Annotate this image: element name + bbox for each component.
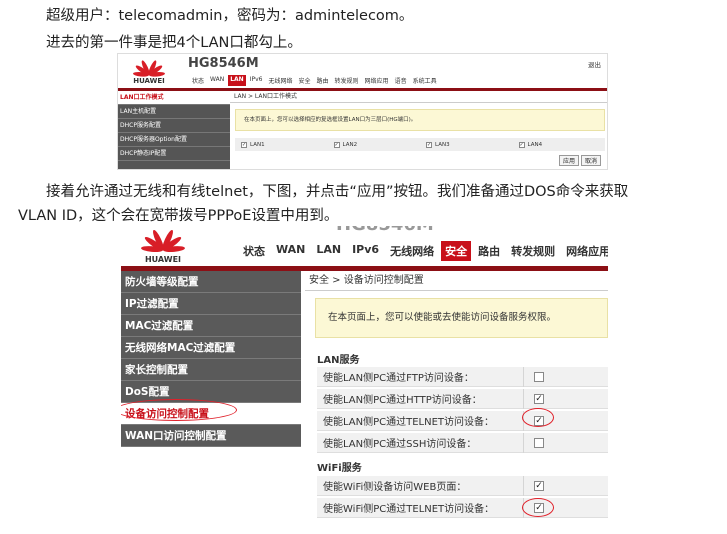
sidebar-item-3[interactable]: 无线网络MAC过滤配置 bbox=[121, 337, 301, 359]
lan-port-checkbox[interactable]: ✓ bbox=[426, 141, 432, 148]
nav-tab-item-7[interactable]: 转发规则 bbox=[333, 75, 361, 86]
service-row: 使能LAN侧PC通过HTTP访问设备： ✓ bbox=[317, 388, 608, 409]
lan-service-title: LAN服务 bbox=[317, 355, 360, 366]
nav-tab-item-1[interactable]: WAN bbox=[208, 75, 226, 86]
annotation-circle-lan-telnet bbox=[522, 408, 554, 427]
service-label: 使能WiFi侧PC通过TELNET访问设备： bbox=[323, 504, 495, 515]
nav-tab-item-5[interactable]: 安全 bbox=[441, 241, 472, 261]
service-checkbox[interactable] bbox=[534, 437, 544, 448]
service-label: 使能LAN侧PC通过TELNET访问设备： bbox=[323, 417, 495, 428]
lan-port-cell: ✓ LAN1 bbox=[235, 138, 328, 151]
nav-tab-item-4[interactable]: 无线网络 bbox=[266, 75, 294, 86]
lan-port-checkbox[interactable]: ✓ bbox=[241, 141, 247, 148]
apply-button[interactable]: 应用 bbox=[558, 155, 579, 166]
nav-tab-item-0[interactable]: 状态 bbox=[239, 241, 269, 261]
huawei-flower-icon bbox=[141, 229, 185, 252]
sidebar-item-3[interactable]: DHCP服务器Option配置 bbox=[118, 133, 230, 147]
row-divider bbox=[523, 366, 524, 387]
lan-port-cell: ✓ LAN2 bbox=[328, 138, 421, 151]
lan-port-label: LAN4 bbox=[527, 141, 543, 148]
paragraph-credentials: 超级用户：telecomadmin，密码为：admintelecom。 bbox=[46, 8, 414, 24]
sidebar-item-7[interactable]: WAN口访问控制配置 bbox=[121, 425, 301, 447]
lan-port-cell: ✓ LAN4 bbox=[513, 138, 606, 151]
service-row: 使能LAN侧PC通过SSH访问设备： bbox=[317, 432, 608, 453]
nav-tab-item-5[interactable]: 安全 bbox=[297, 75, 313, 86]
row-divider bbox=[523, 475, 524, 496]
annotation-circle-wifi-telnet bbox=[522, 498, 554, 517]
service-checkbox[interactable]: ✓ bbox=[534, 393, 544, 404]
action-buttons: 应用 取消 bbox=[558, 155, 601, 166]
nav-tab-item-8[interactable]: 网络应用 bbox=[562, 241, 608, 261]
service-label: 使能LAN侧PC通过HTTP访问设备： bbox=[323, 395, 482, 406]
sidebar-item-0[interactable]: LAN口工作模式 bbox=[118, 91, 230, 105]
service-label: 使能LAN侧PC通过SSH访问设备： bbox=[323, 439, 477, 450]
cancel-button[interactable]: 取消 bbox=[580, 155, 601, 166]
sidebar-item-2[interactable]: DHCP服务配置 bbox=[118, 119, 230, 133]
sidebar-item-2[interactable]: MAC过滤配置 bbox=[121, 315, 301, 337]
wifi-service-title: WiFi服务 bbox=[317, 463, 362, 474]
nav-tab-item-10[interactable]: 系统工具 bbox=[411, 75, 439, 86]
nav-tab-item-4[interactable]: 无线网络 bbox=[386, 241, 438, 261]
row-divider bbox=[523, 388, 524, 409]
service-checkbox[interactable] bbox=[534, 371, 544, 382]
nav-tab-item-1[interactable]: WAN bbox=[272, 241, 309, 261]
lan-port-checkbox[interactable]: ✓ bbox=[333, 141, 340, 148]
annotation-circle-sidebar bbox=[121, 399, 237, 421]
top-nav: 状态 WAN LAN IPv6 无线网络 安全 路由 转发规则 网络应用 语音 系统工具 bbox=[190, 75, 439, 86]
info-box: 在本页面上，您可以使能或去使能访问设备服务权限。 bbox=[315, 298, 608, 338]
nav-tab-item-2[interactable]: LAN bbox=[228, 75, 246, 86]
screenshot-access-control: HG8546M HUAWEI 状态WANLANIPv6无线网络安全路由转发规则网… bbox=[121, 226, 608, 532]
sidebar-item-1[interactable]: LAN主机配置 bbox=[118, 105, 230, 119]
huawei-flower-icon bbox=[133, 60, 165, 77]
lan-port-label: LAN1 bbox=[250, 141, 265, 148]
header: HG8546M HUAWEI 状态WANLANIPv6无线网络安全路由转发规则网… bbox=[121, 226, 608, 266]
info-box: 在本页面上，您可以选择相应的复选框设置LAN口为三层口(HG端口)。 bbox=[235, 109, 605, 131]
service-label: 使能LAN侧PC通过FTP访问设备： bbox=[323, 373, 474, 384]
lan-port-label: LAN3 bbox=[435, 141, 450, 148]
service-row: 使能WiFi侧设备访问WEB页面： ✓ bbox=[317, 475, 608, 496]
sidebar-item-1[interactable]: IP过滤配置 bbox=[121, 293, 301, 315]
service-row: 使能LAN侧PC通过TELNET访问设备： ✓ bbox=[317, 410, 608, 431]
service-label: 使能WiFi侧设备访问WEB页面： bbox=[323, 482, 467, 493]
model-name: HG8546M bbox=[188, 56, 259, 71]
sidebar: LAN口工作模式 LAN主机配置 DHCP服务配置 DHCP服务器Option配置 DH… bbox=[118, 91, 230, 169]
lan-port-checkbox[interactable]: ✓ bbox=[518, 141, 525, 148]
paragraph-telnet-line1: 接着允许通过无线和有线telnet，下图，并点击“应用”按钮。我们准备通过DOS… bbox=[46, 184, 629, 200]
row-divider bbox=[523, 432, 524, 453]
nav-tab-item-2[interactable]: LAN bbox=[312, 241, 345, 261]
paragraph-first-step: 进去的第一件事是把4个LAN口都勾上。 bbox=[46, 35, 302, 51]
nav-tab-item-6[interactable]: 路由 bbox=[474, 241, 504, 261]
nav-tab-item-8[interactable]: 网络应用 bbox=[363, 75, 391, 86]
nav-tab-item-9[interactable]: 语音 bbox=[393, 75, 409, 86]
paragraph-telnet-line2: VLAN ID，这个会在宽带拨号PPPoE设置中用到。 bbox=[18, 208, 339, 224]
logo-text: HUAWEI bbox=[144, 255, 182, 264]
nav-tab-item-0[interactable]: 状态 bbox=[190, 75, 206, 86]
main-panel: 安全 > 设备访问控制配置 在本页面上，您可以使能或去使能访问设备服务权限。 L… bbox=[305, 271, 608, 532]
lan-port-cell: ✓ LAN3 bbox=[420, 138, 513, 151]
nav-tab-item-6[interactable]: 路由 bbox=[315, 75, 331, 86]
lan-port-label: LAN2 bbox=[342, 141, 358, 148]
breadcrumb: 安全 > 设备访问控制配置 bbox=[305, 271, 608, 291]
sidebar-item-4[interactable]: DHCP静态IP配置 bbox=[118, 147, 230, 161]
lan-port-row: ✓ LAN1 ✓ LAN2 ✓ LAN3 ✓ LAN4 bbox=[235, 138, 605, 151]
huawei-logo: HUAWEI bbox=[126, 57, 172, 85]
service-row: 使能WiFi侧PC通过TELNET访问设备： ✓ bbox=[317, 497, 608, 518]
logo-text: HUAWEI bbox=[133, 77, 165, 85]
huawei-logo: HUAWEI bbox=[135, 226, 191, 264]
screenshot-lan-config: HUAWEI HG8546M 退出 状态 WAN LAN IPv6 无线网络 安全 路由 转发… bbox=[117, 53, 608, 170]
exit-link[interactable]: 退出 bbox=[588, 59, 601, 69]
breadcrumb: LAN > LAN口工作模式 bbox=[230, 91, 607, 103]
model-name: HG8546M bbox=[336, 226, 434, 235]
service-checkbox[interactable]: ✓ bbox=[534, 480, 544, 491]
sidebar-item-4[interactable]: 家长控制配置 bbox=[121, 359, 301, 381]
header: HUAWEI HG8546M 退出 状态 WAN LAN IPv6 无线网络 安全 路由 转发… bbox=[118, 54, 607, 88]
main-panel: LAN > LAN口工作模式 在本页面上，您可以选择相应的复选框设置LAN口为三… bbox=[230, 91, 607, 169]
nav-tab-item-3[interactable]: IPv6 bbox=[348, 241, 383, 261]
nav-tab-item-3[interactable]: IPv6 bbox=[248, 75, 265, 86]
nav-tab-item-7[interactable]: 转发规则 bbox=[507, 241, 559, 261]
sidebar-item-0[interactable]: 防火墙等级配置 bbox=[121, 271, 301, 293]
top-nav: 状态 WAN LAN IPv6 无线网络 安全 路由 转发规则 网络应用 bbox=[239, 241, 608, 261]
service-row: 使能LAN侧PC通过FTP访问设备： bbox=[317, 366, 608, 387]
